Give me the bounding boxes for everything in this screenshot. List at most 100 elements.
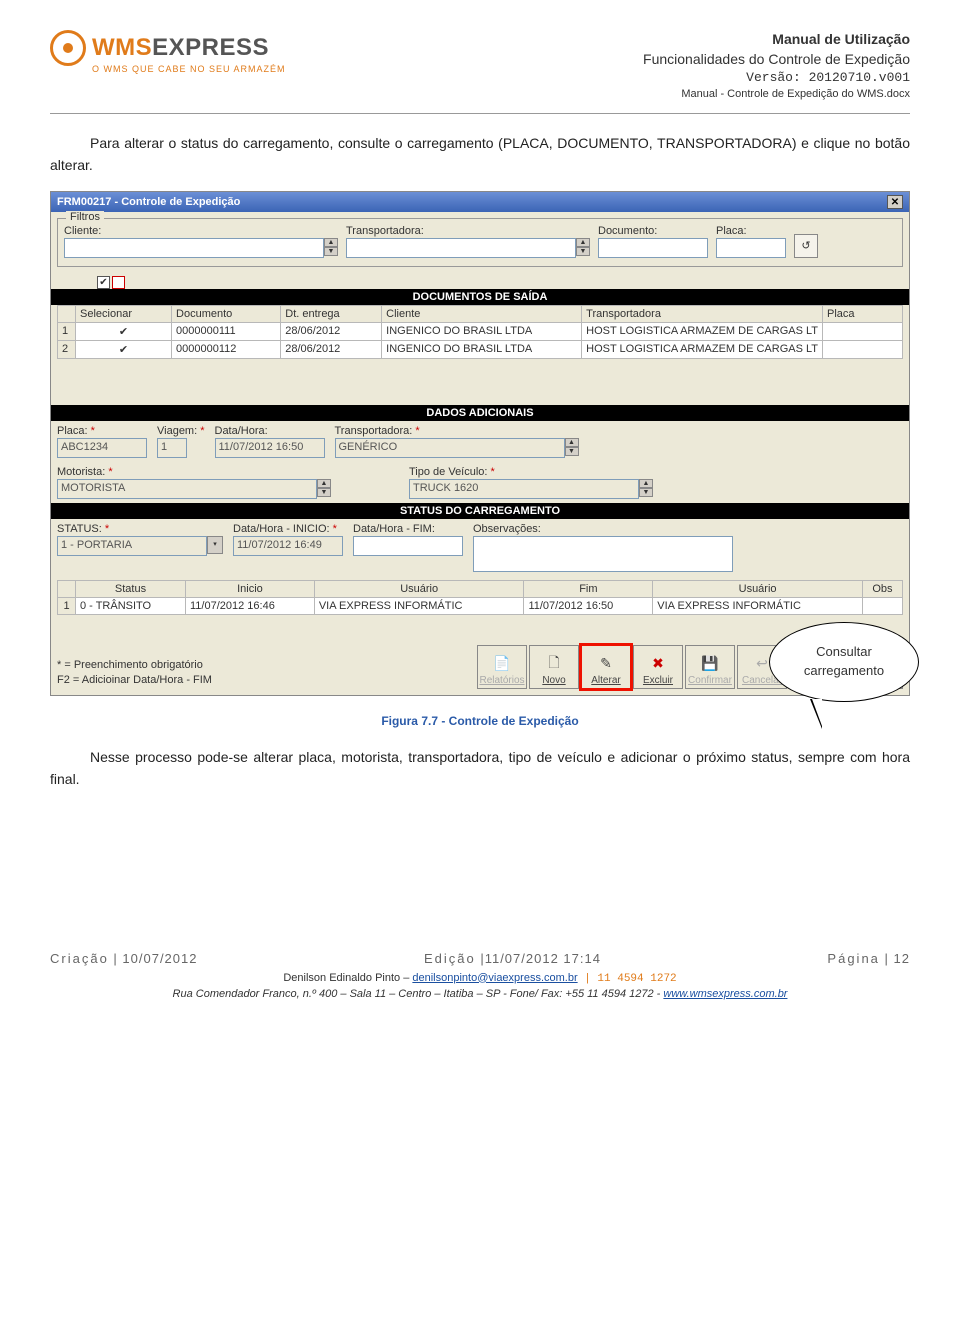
author-email-link[interactable]: denilsonpinto@viaexpress.com.br [412, 972, 577, 984]
dados-tipo-spinner[interactable]: ▲▼ [639, 479, 653, 499]
dados-datahora-label: Data/Hora: [215, 425, 325, 437]
footer-address: Rua Comendador Franco, n.º 400 – Sala 11… [173, 988, 664, 1000]
scol-usuario1[interactable]: Usuário [314, 580, 524, 597]
placa-input[interactable] [716, 238, 786, 258]
status-dropdown-icon[interactable]: ▾ [207, 536, 223, 556]
docname: Manual - Controle de Expedição do WMS.do… [643, 87, 910, 102]
dados-motorista-input[interactable]: MOTORISTA [57, 479, 317, 499]
logo-tagline: O WMS QUE CABE NO SEU ARMAZÉM [92, 64, 286, 74]
pagina-val: 12 [894, 951, 910, 966]
table-row[interactable]: 2 ✔ 0000000112 28/06/2012 INGENICO DO BR… [58, 340, 903, 358]
scol-obs[interactable]: Obs [862, 580, 902, 597]
docs-table: Selecionar Documento Dt. entrega Cliente… [57, 305, 903, 359]
col-documento[interactable]: Documento [172, 305, 281, 322]
manual-subject: Funcionalidades do Controle de Expedição [643, 50, 910, 70]
dados-motorista-label: Motorista: [57, 466, 331, 478]
cell-dt: 28/06/2012 [281, 340, 382, 358]
transportadora-input[interactable] [346, 238, 576, 258]
select-all-checkbox[interactable]: ✔ [97, 276, 110, 289]
status-fim-label: Data/Hora - FIM: [353, 523, 463, 535]
callout: Consultar carregamento [769, 622, 919, 702]
cell-doc: 0000000112 [172, 340, 281, 358]
scell-fim: 11/07/2012 16:50 [524, 597, 653, 614]
header-meta: Manual de Utilização Funcionalidades do … [643, 30, 910, 103]
col-transportadora[interactable]: Transportadora [582, 305, 823, 322]
cell-sel[interactable]: ✔ [76, 322, 172, 340]
dados-viagem-label: Viagem: [157, 425, 205, 437]
status-inicio-input[interactable]: 11/07/2012 16:49 [233, 536, 343, 556]
confirmar-label: Confirmar [688, 675, 732, 686]
status-select[interactable]: 1 - PORTARIA [57, 536, 207, 556]
cell-doc: 0000000111 [172, 322, 281, 340]
refresh-button[interactable]: ↺ [794, 234, 818, 258]
dados-motorista-spinner[interactable]: ▲▼ [317, 479, 331, 499]
author-name: Denilson Edinaldo Pinto – [283, 972, 412, 984]
edicao-val: 11/07/2012 17:14 [485, 951, 601, 966]
cliente-label: Cliente: [64, 225, 338, 237]
scell-obs [862, 597, 902, 614]
dados-placa-input[interactable]: ABC1234 [57, 438, 147, 458]
deselect-all-checkbox[interactable] [112, 276, 125, 289]
cell-dt: 28/06/2012 [281, 322, 382, 340]
dados-transp-label: Transportadora: [335, 425, 579, 437]
author-phone: | 11 4594 1272 [578, 973, 677, 985]
table-row[interactable]: 1 0 - TRÂNSITO 11/07/2012 16:46 VIA EXPR… [58, 597, 903, 614]
scol-inicio[interactable]: Inicio [186, 580, 315, 597]
scell-u2: VIA EXPRESS INFORMÁTIC [653, 597, 863, 614]
logo-text: WMSEXPRESS [92, 34, 269, 62]
scol-status[interactable]: Status [76, 580, 186, 597]
novo-label: Novo [542, 675, 565, 686]
documento-input[interactable] [598, 238, 708, 258]
documento-label: Documento: [598, 225, 708, 237]
status-obs-input[interactable] [473, 536, 733, 572]
cliente-spinner[interactable]: ▲▼ [324, 238, 338, 258]
logo: WMSEXPRESS [50, 30, 286, 66]
status-fim-input[interactable] [353, 536, 463, 556]
scol-usuario2[interactable]: Usuário [653, 580, 863, 597]
filters-legend: Filtros [66, 211, 104, 223]
cell-sel[interactable]: ✔ [76, 340, 172, 358]
col-placa[interactable]: Placa [823, 305, 903, 322]
dados-transp-input[interactable]: GENÉRICO [335, 438, 565, 458]
legend: * = Preenchimento obrigatório F2 = Adici… [57, 658, 212, 689]
status-table: Status Inicio Usuário Fim Usuário Obs 1 … [57, 580, 903, 615]
filters-group: Filtros Cliente: ▲▼ Transportadora: ▲▼ D… [57, 218, 903, 267]
alterar-label: Alterar [591, 675, 620, 686]
docs-section-title: DOCUMENTOS DE SAÍDA [51, 289, 909, 305]
dados-tipo-input[interactable]: TRUCK 1620 [409, 479, 639, 499]
gear-icon [50, 30, 86, 66]
dados-viagem-input[interactable]: 1 [157, 438, 187, 458]
scell-status: 0 - TRÂNSITO [76, 597, 186, 614]
new-icon: 🗋 [544, 655, 564, 673]
report-icon: 📄 [492, 655, 512, 673]
logo-express: EXPRESS [152, 34, 269, 61]
cell-tra: HOST LOGISTICA ARMAZEM DE CARGAS LT [582, 322, 823, 340]
legend-mandatory: * = Preenchimento obrigatório [57, 658, 212, 673]
scol-fim[interactable]: Fim [524, 580, 653, 597]
relatorios-button[interactable]: 📄Relatórios [477, 645, 527, 689]
excluir-button[interactable]: ✖Excluir [633, 645, 683, 689]
col-dtentrega[interactable]: Dt. entrega [281, 305, 382, 322]
cell-placa [823, 340, 903, 358]
legend-f2: F2 = Adicioinar Data/Hora - FIM [57, 673, 212, 688]
footer-site-link[interactable]: www.wmsexpress.com.br [663, 988, 787, 1000]
save-icon: 💾 [700, 655, 720, 673]
figure-caption: Figura 7.7 - Controle de Expedição [50, 714, 910, 728]
excluir-label: Excluir [643, 675, 673, 686]
col-cliente[interactable]: Cliente [382, 305, 582, 322]
close-icon[interactable]: ✕ [887, 195, 903, 209]
alterar-button[interactable]: ✎Alterar [581, 645, 631, 689]
table-row[interactable]: 1 ✔ 0000000111 28/06/2012 INGENICO DO BR… [58, 322, 903, 340]
scell-inicio: 11/07/2012 16:46 [186, 597, 315, 614]
col-selecionar[interactable]: Selecionar [76, 305, 172, 322]
conclusion-text: Nesse processo pode-se alterar placa, mo… [50, 746, 910, 791]
dados-datahora-input[interactable]: 11/07/2012 16:50 [215, 438, 325, 458]
novo-button[interactable]: 🗋 Novo [529, 645, 579, 689]
callout-tail-icon [810, 699, 822, 729]
confirmar-button[interactable]: 💾 Confirmar [685, 645, 735, 689]
criacao-val: 10/07/2012 [122, 951, 197, 966]
transportadora-spinner[interactable]: ▲▼ [576, 238, 590, 258]
dados-transp-spinner[interactable]: ▲▼ [565, 438, 579, 458]
scell-u1: VIA EXPRESS INFORMÁTIC [314, 597, 524, 614]
cliente-input[interactable] [64, 238, 324, 258]
